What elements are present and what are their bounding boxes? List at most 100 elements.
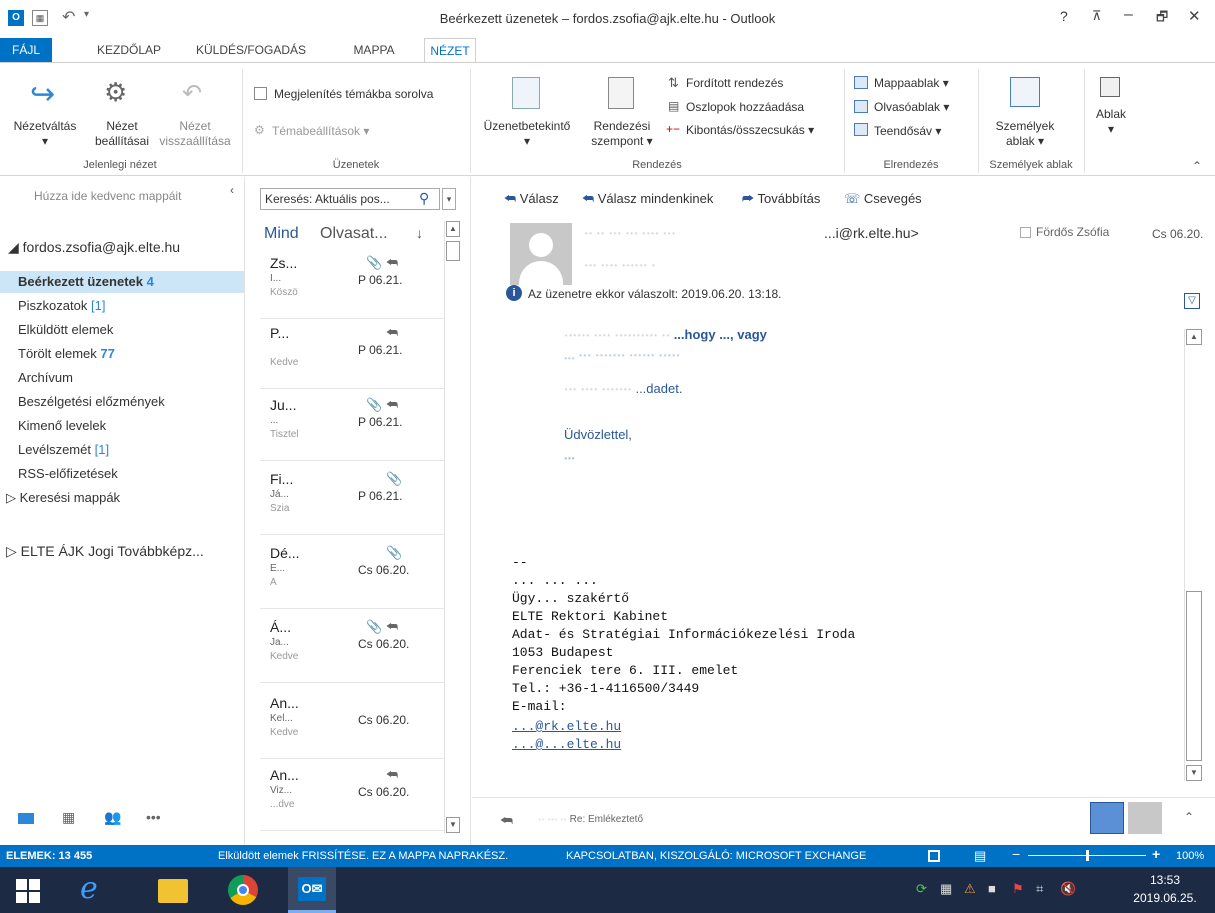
message-item[interactable]: Ju... 📎 ⮪ ... P 06.21. Tisztel [260,391,445,461]
account-header[interactable]: ◢ fordos.zsofia@ajk.elte.hu [8,239,180,256]
filter-all[interactable]: Mind [264,225,299,243]
other-account-header[interactable]: ▷ ELTE ÁJK Jogi Továbbképz... [6,543,204,560]
normal-view-icon[interactable] [928,850,940,862]
message-list-scrollbar[interactable]: ▲ ▼ [444,221,460,833]
message-item[interactable]: An... Kel... Cs 06.20. Kedve [260,689,445,759]
zoom-slider[interactable] [1028,850,1146,861]
search-folders[interactable]: ▷ Keresési mappák [6,490,120,506]
windows-start-icon[interactable] [16,879,40,903]
folder-pane-button[interactable]: Mappaablak ▾ [874,76,949,90]
close-button[interactable]: ✕ [1188,7,1201,25]
scrollbar-thumb[interactable] [446,241,460,261]
reset-view-icon[interactable]: ↶ [182,79,202,108]
chat-button[interactable]: ☏ Csevegés [844,191,922,207]
show-as-conversations-checkbox[interactable] [254,87,267,100]
zoom-out-button[interactable]: − [1012,846,1020,862]
search-scope-dropdown[interactable]: ▾ [442,188,456,210]
view-settings-icon[interactable]: ⚙ [104,77,127,108]
internet-explorer-icon[interactable]: e [80,871,98,906]
folder-outbox[interactable]: Kimenő levelek [18,418,106,433]
outlook-taskbar-button[interactable]: O✉ [288,867,336,913]
arrange-by-button[interactable]: Rendezési szempont ▾ [582,119,662,149]
reverse-sort-button[interactable]: Fordított rendezés [686,76,783,90]
folder-drafts[interactable]: Piszkozatok [1] [18,298,105,313]
sender-avatar[interactable] [510,223,572,285]
message-item[interactable]: An... ⮪ Viz... Cs 06.20. ...dve [260,761,445,831]
reading-scrollbar[interactable]: ▲ ▼ [1184,329,1202,781]
sort-direction-icon[interactable]: ↓ [416,225,423,241]
zoom-level[interactable]: 100% [1176,850,1204,862]
search-input[interactable]: Keresés: Aktuális pos... [265,192,390,206]
folder-inbox[interactable]: Beérkezett üzenetek 4 [18,274,154,289]
action-center-tray-icon[interactable]: ⚑ [1012,881,1024,897]
window-icon[interactable] [1100,77,1120,97]
tab-view[interactable]: NÉZET [424,38,476,63]
expand-collapse-button[interactable]: Kibontás/összecsukás ▾ [686,123,814,137]
message-preview-icon[interactable] [512,77,540,109]
people-pane-icon[interactable] [1010,77,1040,107]
sync-tray-icon[interactable]: ⟳ [916,881,927,897]
minimize-button[interactable]: – [1124,6,1133,24]
reply-all-button[interactable]: ⮪ Válasz mindenkinek [582,191,713,207]
people-icon[interactable]: 👥 [104,809,121,826]
folder-sent-items[interactable]: Elküldött elemek [18,322,113,337]
mail-icon[interactable] [18,813,34,824]
search-box[interactable]: Keresés: Aktuális pos... ⚲ [260,188,440,210]
maximize-button[interactable]: 🗗 [1156,8,1168,30]
network-drive-tray-icon[interactable]: ▦ [940,881,952,897]
more-options-icon[interactable]: ••• [146,809,161,825]
message-item[interactable]: P... ⮪ P 06.21. Kedve [260,319,445,389]
folder-deleted-items[interactable]: Törölt elemek 77 [18,346,115,361]
people-photo-selected[interactable] [1090,802,1124,834]
ribbon-display-options-button[interactable]: ⊼ [1092,8,1102,24]
add-columns-button[interactable]: Oszlopok hozzáadása [686,100,804,114]
reading-view-icon[interactable]: ▤ [974,848,986,864]
zoom-slider-thumb[interactable] [1086,850,1089,861]
collapse-pane-icon[interactable]: ‹ [230,183,234,197]
tab-folder[interactable]: MAPPA [334,38,414,62]
collapse-ribbon-icon[interactable]: ⌃ [1192,159,1202,173]
filter-unread[interactable]: Olvasat... [320,225,388,243]
volume-muted-tray-icon[interactable]: 🔇 [1060,881,1076,897]
reset-view-button[interactable]: Nézet visszaállítása [152,119,238,149]
network-tray-icon[interactable]: ⌗ [1036,881,1043,897]
tab-file[interactable]: FÁJL [0,38,52,62]
calendar-icon[interactable]: ▦ [62,809,75,826]
scroll-down-button[interactable]: ▼ [446,817,460,833]
folder-conversation-history[interactable]: Beszélgetési előzmények [18,394,165,409]
people-photo[interactable] [1128,802,1162,834]
folder-rss[interactable]: RSS-előfizetések [18,466,118,481]
signature-link[interactable]: ...@rk.elte.hu [512,719,621,734]
scrollbar-thumb[interactable] [1186,591,1202,761]
recipient-checkbox[interactable] [1020,227,1031,238]
tab-home[interactable]: KEZDŐLAP [84,38,174,62]
people-pane-button[interactable]: Személyek ablak ▾ [986,119,1064,149]
device-tray-icon[interactable]: ■ [988,881,996,896]
message-item[interactable]: Zs... 📎 ⮪ I... P 06.21. Köszö [260,249,445,319]
zoom-in-button[interactable]: + [1152,846,1160,862]
message-item[interactable]: Fi... 📎 Já... P 06.21. Szia [260,465,445,535]
message-preview-button[interactable]: Üzenetbetekintő ▾ [476,119,578,149]
tab-send-receive[interactable]: KÜLDÉS/FOGADÁS [186,38,316,62]
adobe-tray-icon[interactable]: ⚠ [964,881,976,897]
message-item[interactable]: Á... 📎 ⮪ Ja... Cs 06.20. Kedve [260,613,445,683]
window-button[interactable]: Ablak ▾ [1086,107,1136,137]
scroll-up-button[interactable]: ▲ [1186,329,1202,345]
todo-bar-button[interactable]: Teendősáv ▾ [874,124,941,138]
connection-status[interactable]: KAPCSOLATBAN, KISZOLGÁLÓ: MICROSOFT EXCH… [566,850,866,862]
file-explorer-icon[interactable] [158,879,188,903]
folder-archive[interactable]: Archívum [18,370,73,385]
tray-clock-time[interactable]: 13:53 [1120,873,1210,887]
scroll-up-button[interactable]: ▲ [446,221,460,237]
tray-clock-date[interactable]: 2019.06.25. [1120,891,1210,905]
scroll-down-button[interactable]: ▼ [1186,765,1202,781]
search-icon[interactable]: ⚲ [419,190,429,207]
conversation-settings-button[interactable]: Témabeállítások ▾ [272,124,369,138]
help-button[interactable]: ? [1060,8,1068,24]
view-settings-button[interactable]: Nézet beállításai [92,119,152,149]
forward-button[interactable]: ⮫ Továbbítás [742,191,820,207]
sender-email[interactable]: ...i@rk.elte.hu> [824,225,919,241]
chrome-icon[interactable] [228,875,258,905]
arrange-by-icon[interactable] [608,77,634,109]
signature-link[interactable]: ...@...elte.hu [512,737,621,752]
